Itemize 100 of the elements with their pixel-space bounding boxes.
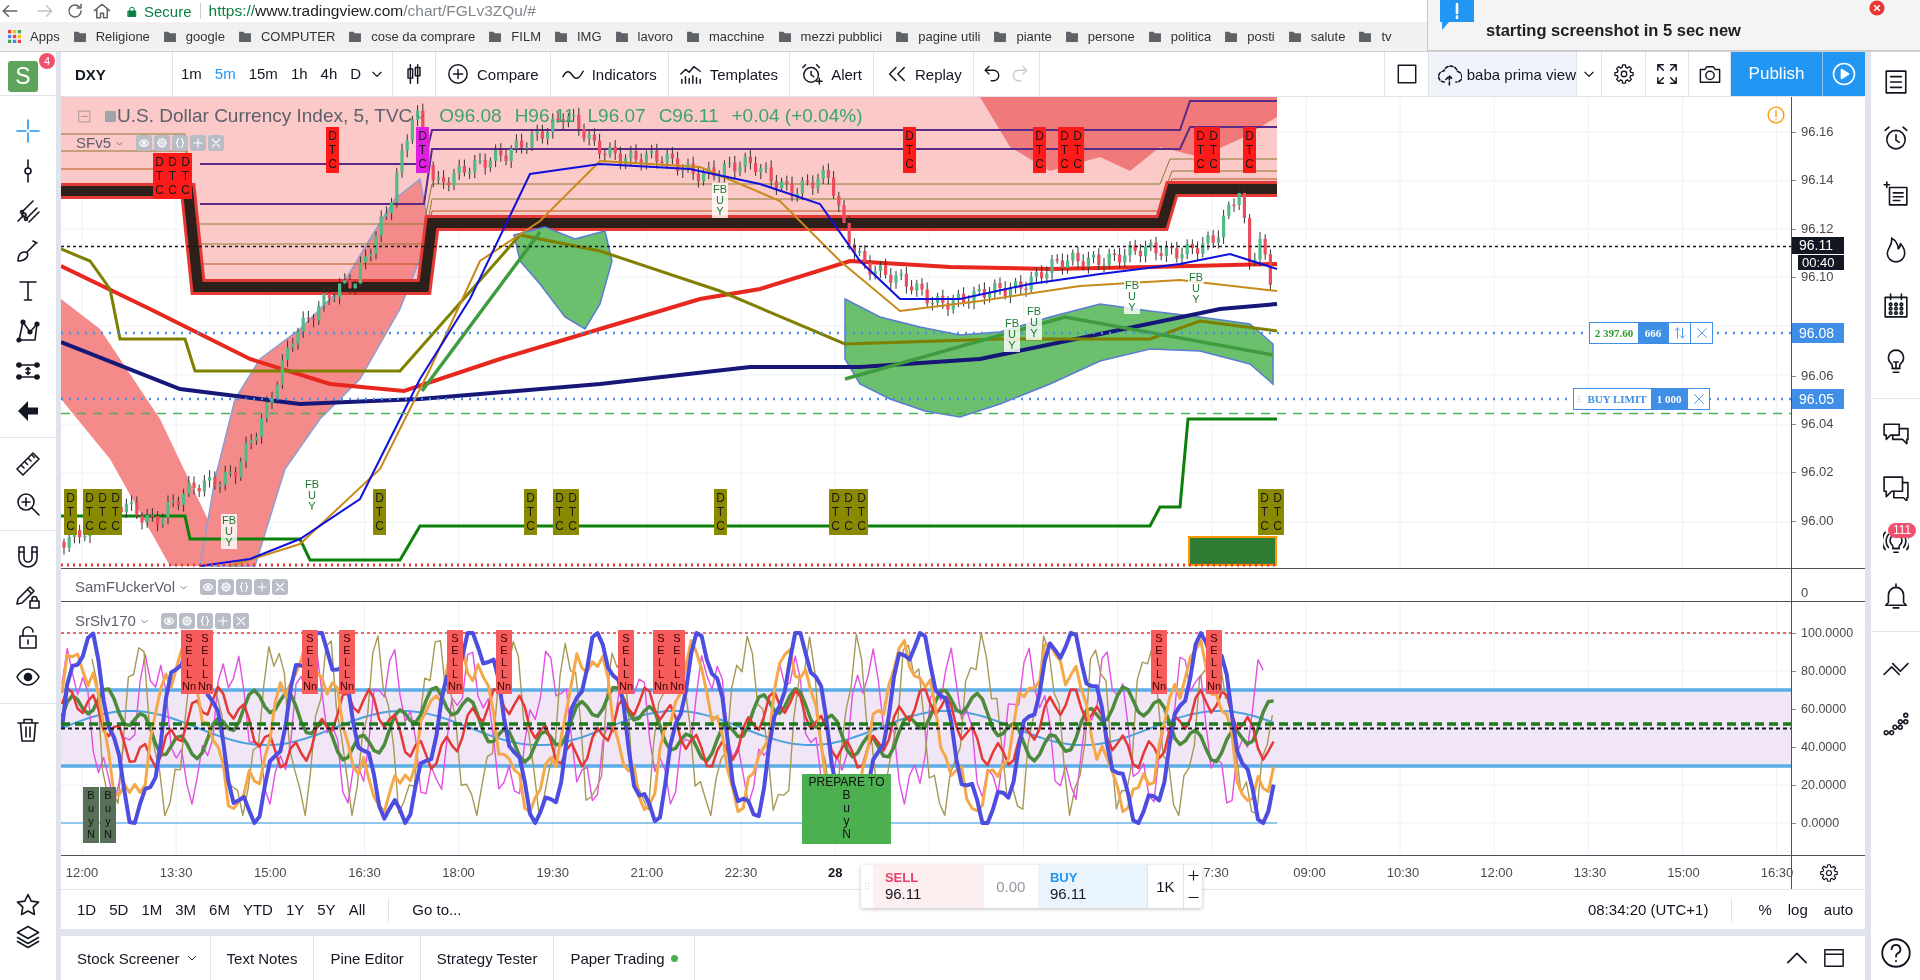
range-button[interactable]: 1Y: [285, 901, 305, 918]
fullscreen-icon[interactable]: [1656, 63, 1678, 85]
pitchfork-icon[interactable]: [16, 199, 40, 223]
home-icon[interactable]: [93, 2, 111, 20]
sell-signal-label: S E L L Nn: [181, 630, 197, 694]
bookmark[interactable]: tv: [1358, 29, 1392, 44]
text-tool-icon[interactable]: [16, 279, 40, 303]
chat-bubbles-icon[interactable]: [1882, 421, 1909, 447]
interval-button[interactable]: 1m: [174, 60, 209, 88]
calendar-icon[interactable]: [1882, 293, 1909, 319]
sell-button[interactable]: SELL 96.11: [872, 865, 984, 908]
bookmark[interactable]: COMPUTER: [237, 29, 336, 44]
panel-tab[interactable]: Text Notes: [210, 936, 315, 980]
close-icon[interactable]: [1869, 0, 1885, 16]
range-button[interactable]: 5Y: [317, 901, 336, 918]
settings-icon[interactable]: [1818, 862, 1839, 883]
bookmark[interactable]: persone: [1064, 29, 1135, 44]
undo-icon[interactable]: [983, 65, 1002, 83]
sliders-icon[interactable]: [16, 359, 40, 383]
trash-icon[interactable]: [16, 718, 40, 742]
back-arrow-icon[interactable]: [16, 399, 40, 423]
range-button[interactable]: 1D: [77, 901, 97, 918]
bell-icon[interactable]: [1882, 583, 1909, 609]
bookmark[interactable]: FILM: [488, 29, 541, 44]
bookmark[interactable]: posti: [1224, 29, 1275, 44]
bookmark[interactable]: google: [162, 29, 225, 44]
go-to-button[interactable]: Go to...: [412, 901, 462, 918]
address-url[interactable]: https://www.tradingview.com/chart/FGLv3ZQu/#: [208, 2, 536, 20]
camera-icon[interactable]: [1698, 63, 1721, 85]
bookmark[interactable]: piante: [993, 29, 1052, 44]
bookmark[interactable]: pagine utili: [895, 29, 981, 44]
folder-icon: [993, 30, 1008, 43]
scale-toggle[interactable]: %: [1758, 901, 1772, 918]
range-button[interactable]: 3M: [175, 901, 197, 918]
eye-icon[interactable]: [16, 665, 40, 689]
bookmark[interactable]: politica: [1147, 29, 1212, 44]
buy-button[interactable]: BUY 96.11: [1037, 865, 1147, 908]
indicators-button[interactable]: Indicators: [550, 52, 669, 96]
study-name[interactable]: SFv5: [76, 134, 111, 152]
play-button[interactable]: [1822, 52, 1865, 96]
compare-button[interactable]: Compare: [436, 52, 551, 96]
signal-text: FB U Y: [304, 478, 321, 513]
range-button[interactable]: YTD: [242, 901, 273, 918]
magnet-icon[interactable]: [16, 545, 40, 569]
ruler-icon[interactable]: [16, 452, 40, 476]
replay-button[interactable]: Replay: [873, 52, 974, 96]
brush-icon[interactable]: [16, 239, 40, 263]
panel-tab[interactable]: Stock Screener: [61, 936, 211, 980]
scale-toggle[interactable]: auto: [1823, 901, 1853, 918]
interval-button[interactable]: 15m: [242, 60, 285, 88]
maximize-icon[interactable]: [1823, 947, 1845, 969]
plus-icon[interactable]: [1187, 870, 1199, 882]
range-button[interactable]: All: [348, 901, 366, 918]
bookmark[interactable]: Religione: [72, 29, 150, 44]
interval-button[interactable]: D: [343, 60, 368, 88]
panel-tab[interactable]: Strategy Tester: [420, 936, 555, 980]
reverse-arrows-icon[interactable]: [1673, 327, 1686, 339]
scale-toggle[interactable]: log: [1787, 901, 1808, 918]
unlock-icon[interactable]: [16, 625, 40, 649]
range-button[interactable]: 1M: [141, 901, 163, 918]
zoom-in-icon[interactable]: [16, 492, 40, 516]
panel-tab[interactable]: Pine Editor: [314, 936, 421, 980]
settings-icon[interactable]: [1612, 63, 1635, 85]
quantity-field[interactable]: 1K: [1146, 865, 1184, 908]
interval-button[interactable]: 1h: [284, 60, 315, 88]
signal-label: D T C: [1243, 127, 1256, 173]
bookmark[interactable]: salute: [1287, 29, 1346, 44]
bookmark[interactable]: mezzi pubblici: [777, 29, 883, 44]
close-icon[interactable]: [1692, 393, 1705, 405]
help-icon[interactable]: [1880, 938, 1911, 968]
close-icon[interactable]: [1695, 327, 1708, 339]
symbol-name[interactable]: DXY: [75, 65, 106, 83]
square-icon[interactable]: [1395, 63, 1418, 85]
dots-icon[interactable]: [1882, 711, 1909, 737]
panel-tab[interactable]: Paper Trading: [554, 936, 695, 980]
alarm-clock-icon[interactable]: [1882, 125, 1909, 151]
bookmark[interactable]: lavoro: [614, 29, 673, 44]
list-icon[interactable]: [1882, 69, 1909, 95]
bookmark[interactable]: IMG: [553, 29, 602, 44]
bookmark[interactable]: Apps: [8, 29, 60, 44]
layers-icon[interactable]: [16, 925, 40, 949]
oscillator-tick-label: 0.0000: [1801, 816, 1840, 830]
alert-button[interactable]: Alert: [790, 52, 874, 96]
pencil-lock-icon[interactable]: [16, 585, 40, 609]
study-name[interactable]: SamFUckerVol: [75, 578, 176, 596]
range-button[interactable]: 5D: [109, 901, 129, 918]
study-name[interactable]: SrSlv170: [75, 612, 136, 630]
chat-icon[interactable]: [1882, 475, 1909, 501]
news-icon[interactable]: [1882, 181, 1909, 207]
range-button[interactable]: 6M: [209, 901, 230, 918]
interval-button[interactable]: 4h: [314, 60, 344, 88]
bookmark[interactable]: cose da comprare: [348, 29, 476, 44]
reload-icon[interactable]: [66, 2, 84, 20]
back-icon[interactable]: [1, 2, 19, 20]
bookmark[interactable]: macchine: [685, 29, 765, 44]
templates-button[interactable]: Templates: [668, 52, 791, 96]
star-icon[interactable]: [16, 893, 40, 917]
pattern-icon[interactable]: [16, 319, 40, 343]
layout-button[interactable]: baba prima view: [1429, 52, 1577, 96]
time-label: 28: [827, 865, 843, 880]
